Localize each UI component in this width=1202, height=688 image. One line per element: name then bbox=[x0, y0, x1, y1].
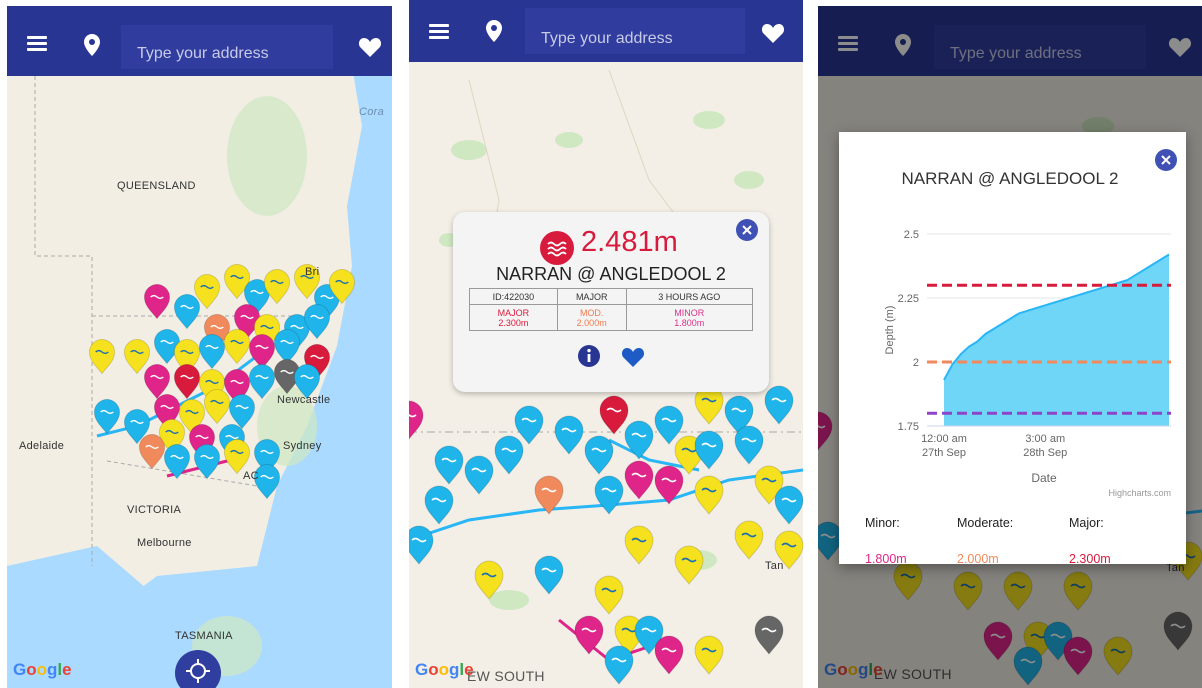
map-pin-icon[interactable] bbox=[485, 20, 503, 42]
map-label-act: AC bbox=[243, 470, 259, 482]
map-screen-station-chart: EW SOUTH Tan Google NARRAN @ ANGLEDOOL 2… bbox=[818, 6, 1202, 688]
chart-dialog: NARRAN @ ANGLEDOOL 2 1.75 2 2.25 2.5 12:00 a… bbox=[839, 132, 1186, 566]
address-search-input[interactable] bbox=[121, 25, 333, 69]
google-logo: Google bbox=[13, 660, 72, 679]
y-tick-label: 2.5 bbox=[904, 229, 919, 241]
moderate-value: 2.000m bbox=[957, 552, 999, 566]
x-axis-title: Date bbox=[1031, 471, 1057, 485]
station-id: ID:422030 bbox=[469, 288, 558, 305]
major-threshold: MAJOR 2.300m bbox=[469, 304, 558, 331]
station-info-table: ID:422030 MAJOR 3 HOURS AGO MAJOR 2.300m … bbox=[469, 288, 754, 331]
depth-chart: 1.75 2 2.25 2.5 12:00 am 27th Sep 3:00 am 28th … bbox=[884, 229, 1171, 498]
water-waves-icon bbox=[540, 231, 574, 265]
map-screen-station-popup: 2.481m NARRAN @ ANGLEDOOL 2 ID:422030 MA… bbox=[409, 0, 803, 688]
map-label-queensland: QUEENSLAND bbox=[117, 180, 196, 192]
current-class: MAJOR bbox=[556, 288, 627, 305]
hamburger-menu-icon[interactable] bbox=[429, 24, 449, 39]
x-tick-label: 3:00 am 28th Sep bbox=[1023, 433, 1067, 459]
locate-me-button[interactable] bbox=[175, 650, 221, 688]
major-value: 2.300m bbox=[1069, 552, 1111, 566]
app-bar bbox=[7, 6, 392, 76]
x-tick-label: 12:00 am 27th Sep bbox=[921, 433, 967, 459]
last-updated: 3 HOURS AGO bbox=[625, 288, 754, 305]
map-label-sydney: Sydney bbox=[283, 440, 322, 452]
station-popup-card: 2.481m NARRAN @ ANGLEDOOL 2 ID:422030 MA… bbox=[453, 212, 769, 392]
map-canvas[interactable] bbox=[7, 6, 392, 688]
moderate-threshold: MOD. 2.000m bbox=[556, 304, 627, 331]
moderate-label: Moderate: bbox=[957, 516, 1014, 530]
heart-icon[interactable] bbox=[761, 22, 785, 44]
info-icon[interactable] bbox=[577, 344, 601, 368]
map-label-tasmania: TASMANIA bbox=[175, 630, 233, 642]
chart-credit: Highcharts.com bbox=[1108, 488, 1171, 498]
hamburger-menu-icon[interactable] bbox=[27, 36, 47, 51]
address-search-input[interactable] bbox=[525, 8, 745, 54]
map-screen-overview: Cora QUEENSLAND Bri Newcastle Adelaide S… bbox=[7, 6, 392, 688]
map-label-brisbane: Bri bbox=[305, 266, 320, 278]
water-level-value: 2.481m bbox=[581, 226, 678, 258]
crosshair-locate-icon bbox=[186, 659, 210, 683]
y-tick-label: 1.75 bbox=[898, 421, 919, 433]
minor-threshold: MINOR 1.800m bbox=[625, 304, 754, 331]
close-icon[interactable] bbox=[735, 218, 759, 242]
minor-value: 1.800m bbox=[865, 552, 907, 566]
threshold-summary: Minor: Moderate: Major: 1.800m 2.000m 2.… bbox=[839, 510, 1186, 566]
y-tick-label: 2.25 bbox=[898, 293, 919, 305]
google-logo: Google bbox=[415, 660, 474, 679]
station-name: NARRAN @ ANGLEDOOL 2 bbox=[496, 264, 726, 284]
heart-icon[interactable] bbox=[621, 346, 645, 368]
chart-title: NARRAN @ ANGLEDOOL 2 bbox=[901, 169, 1119, 188]
map-label-newcastle: Newcastle bbox=[277, 394, 331, 406]
map-label-adelaide: Adelaide bbox=[19, 440, 65, 452]
close-icon[interactable] bbox=[1154, 148, 1178, 172]
map-pin-icon[interactable] bbox=[83, 34, 101, 56]
map-label-coral-sea: Cora bbox=[359, 106, 385, 118]
y-tick-label: 2 bbox=[913, 357, 919, 369]
y-axis-title: Depth (m) bbox=[884, 306, 896, 355]
map-label-nsw: EW SOUTH bbox=[467, 668, 545, 684]
app-bar bbox=[409, 0, 803, 62]
map-label-melbourne: Melbourne bbox=[137, 537, 192, 549]
map-label-victoria: VICTORIA bbox=[127, 504, 182, 516]
map-label-tamworth: Tan bbox=[765, 560, 784, 572]
major-label: Major: bbox=[1069, 516, 1104, 530]
minor-label: Minor: bbox=[865, 516, 900, 530]
heart-icon[interactable] bbox=[358, 36, 382, 58]
